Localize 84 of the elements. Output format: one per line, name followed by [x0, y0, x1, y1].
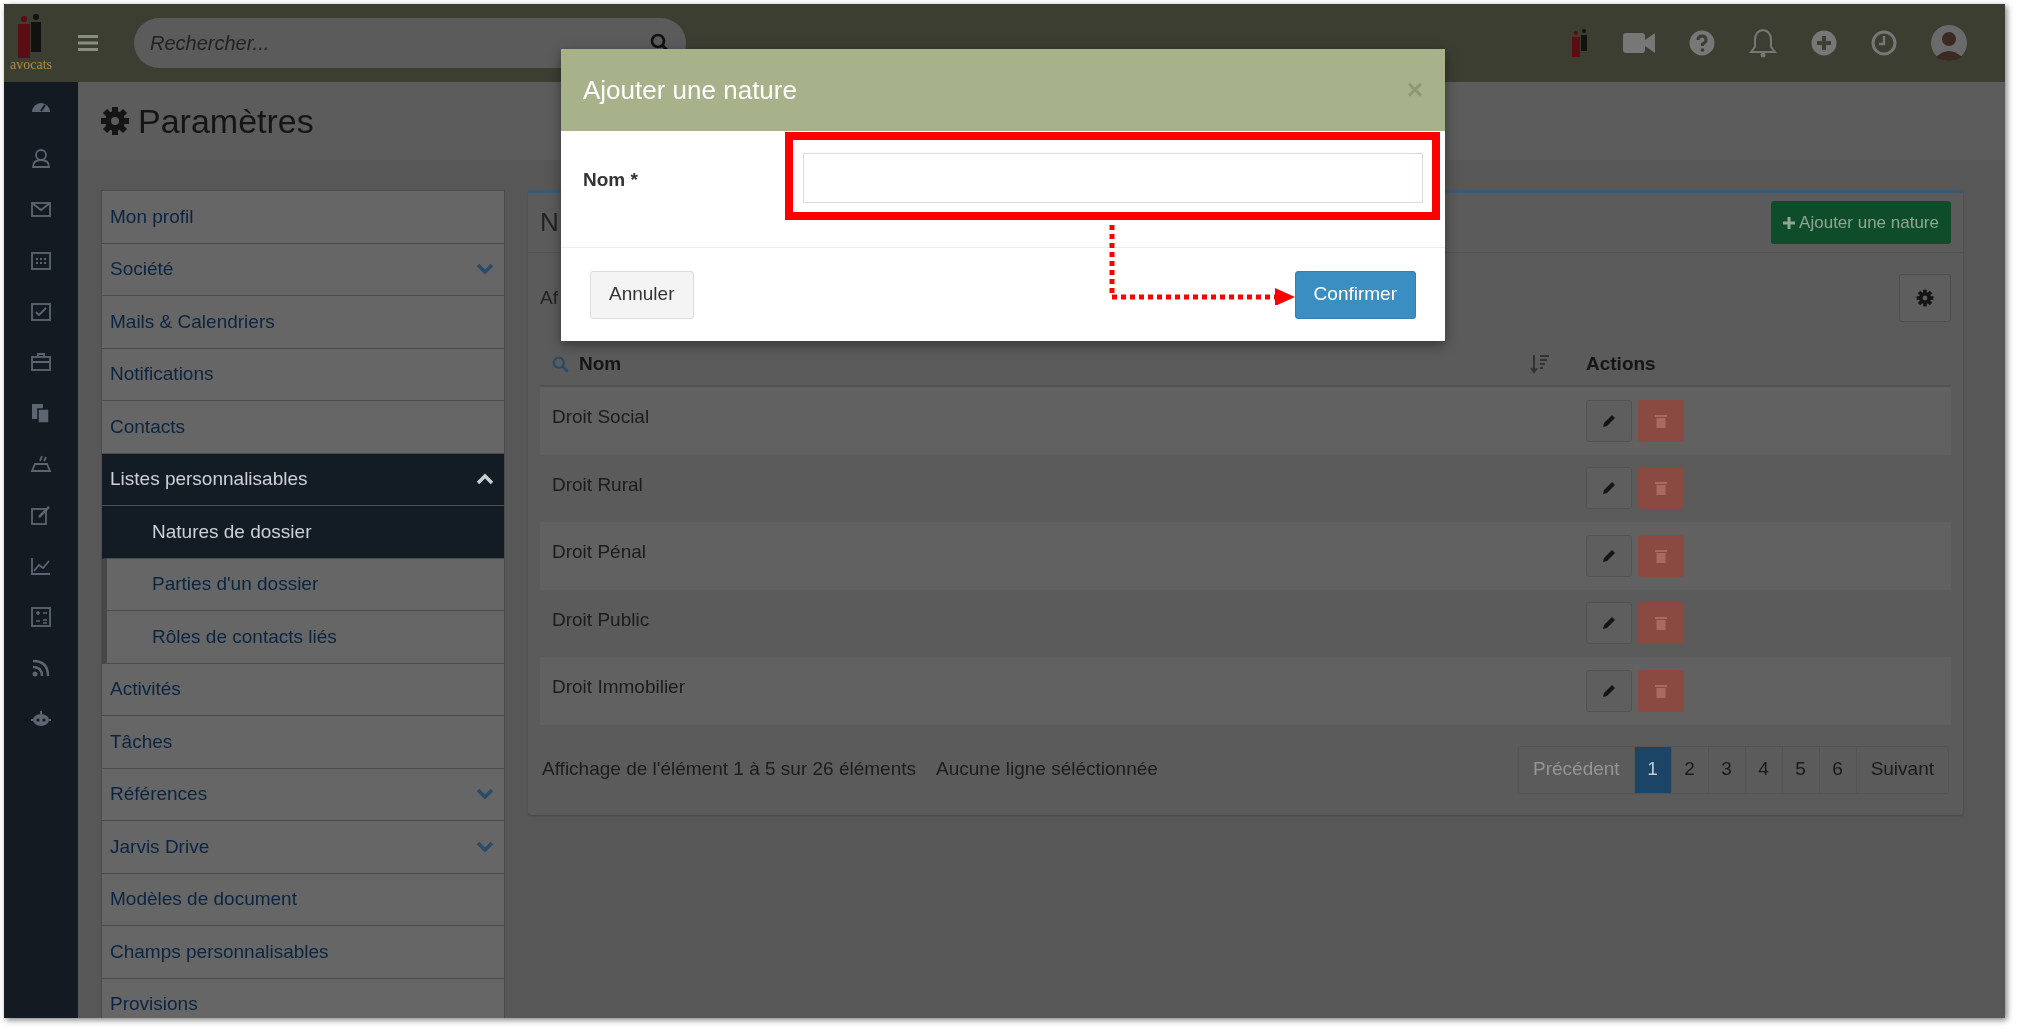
menu-item[interactable]: Natures de dossier	[102, 506, 504, 559]
pencil-icon	[1602, 683, 1616, 698]
panel-title: N	[540, 206, 559, 239]
menu-item[interactable]: Champs personnalisables	[102, 926, 504, 979]
pencil-icon	[1602, 616, 1616, 631]
figures-icon[interactable]	[1571, 29, 1589, 57]
edit-button[interactable]	[1586, 669, 1632, 712]
menu-item[interactable]: Modèles de document	[102, 873, 504, 926]
search-field[interactable]: Rechercher...	[134, 18, 686, 68]
clock-icon[interactable]	[1871, 30, 1897, 56]
trash-icon	[1655, 683, 1667, 698]
delete-button[interactable]	[1638, 669, 1684, 712]
menu-item[interactable]: Mails & Calendriers	[102, 296, 504, 349]
table-cell: Droit Rural	[552, 473, 643, 495]
cancel-button[interactable]: Annuler	[590, 270, 694, 319]
add-icon[interactable]	[1811, 30, 1837, 56]
edit-icon[interactable]	[30, 504, 52, 526]
line-chart-icon[interactable]	[30, 555, 52, 577]
pencil-icon	[1602, 413, 1616, 428]
settings-icon	[100, 106, 130, 136]
table-cell: Droit Public	[552, 608, 650, 630]
chevron-down-icon	[476, 788, 494, 801]
menu-item[interactable]: Mon profil	[102, 191, 504, 244]
trash-icon	[1655, 616, 1667, 631]
help-icon[interactable]	[1689, 30, 1715, 56]
video-camera-icon[interactable]	[1623, 32, 1655, 54]
documents-icon[interactable]	[30, 402, 52, 424]
column-header[interactable]: Nom	[579, 349, 622, 379]
table-summary-text: Affichage de l'élément 1 à 5 sur 26 éléments	[542, 757, 916, 782]
delete-button[interactable]	[1638, 602, 1684, 645]
table-info-text: Af	[540, 285, 558, 310]
notification-bell-icon[interactable]	[1749, 28, 1777, 58]
field-label: Nom *	[583, 169, 638, 190]
sort-icon[interactable]	[1530, 354, 1550, 374]
trash-icon	[1655, 481, 1667, 496]
delete-button[interactable]	[1638, 467, 1684, 510]
page-title: Paramètres	[138, 100, 314, 142]
pencil-icon	[1602, 481, 1616, 496]
briefcase-icon[interactable]	[30, 351, 52, 373]
menu-item[interactable]: Jarvis Drive	[102, 821, 504, 874]
calendar-icon[interactable]	[30, 249, 52, 271]
user-icon[interactable]	[30, 147, 52, 169]
selection-info-text: Aucune ligne séléctionnée	[936, 757, 1158, 782]
menu-item[interactable]: Notifications	[102, 348, 504, 401]
name-input-field[interactable]	[803, 153, 1423, 203]
table-cell: Droit Social	[552, 406, 650, 427]
gear-icon	[1916, 289, 1934, 307]
calendar-check-icon[interactable]	[30, 300, 52, 322]
menu-icon[interactable]	[78, 35, 98, 51]
menu-item[interactable]: Tâches	[102, 716, 504, 769]
menu-item[interactable]: Listes personnalisables	[102, 453, 504, 506]
page-button[interactable]: 1	[1633, 746, 1671, 793]
menu-item[interactable]: Activités	[102, 663, 504, 716]
menu-item[interactable]: Société	[102, 243, 504, 296]
menu-item[interactable]: Références	[102, 768, 504, 821]
menu-item[interactable]: Contacts	[102, 401, 504, 454]
chevron-up-icon	[476, 473, 494, 486]
chevron-down-icon	[476, 263, 494, 276]
menu-item[interactable]: Provisions	[102, 978, 504, 1018]
menu-item[interactable]: Parties d'un dossier	[102, 558, 504, 611]
settings-button[interactable]	[1899, 274, 1951, 322]
edit-button[interactable]	[1586, 467, 1632, 510]
trash-icon	[1655, 413, 1667, 428]
chevron-down-icon	[476, 840, 494, 853]
table-cell: Droit Pénal	[552, 541, 646, 562]
plus-icon	[1783, 216, 1796, 229]
edit-button[interactable]	[1586, 534, 1632, 577]
rss-icon[interactable]	[30, 657, 52, 679]
modal-title: Ajouter une nature	[583, 73, 797, 107]
table-cell: Droit Immobilier	[552, 676, 686, 697]
edit-button[interactable]	[1586, 602, 1632, 645]
logo[interactable]: avocats	[10, 14, 52, 72]
avatar[interactable]	[1931, 25, 1967, 61]
pencil-icon	[1602, 548, 1616, 563]
add-button[interactable]: Ajouter une nature	[1771, 201, 1951, 244]
edit-button[interactable]	[1586, 399, 1632, 442]
menu-item[interactable]: Rôles de contacts liés	[102, 611, 504, 664]
tray-icon[interactable]	[30, 453, 52, 475]
delete-button[interactable]	[1638, 534, 1684, 577]
calculator-icon[interactable]	[30, 606, 52, 628]
trash-icon	[1655, 548, 1667, 563]
delete-button[interactable]	[1638, 399, 1684, 442]
column-header: Actions	[1586, 352, 1656, 374]
confirm-button[interactable]: Confirmer	[1294, 270, 1416, 319]
